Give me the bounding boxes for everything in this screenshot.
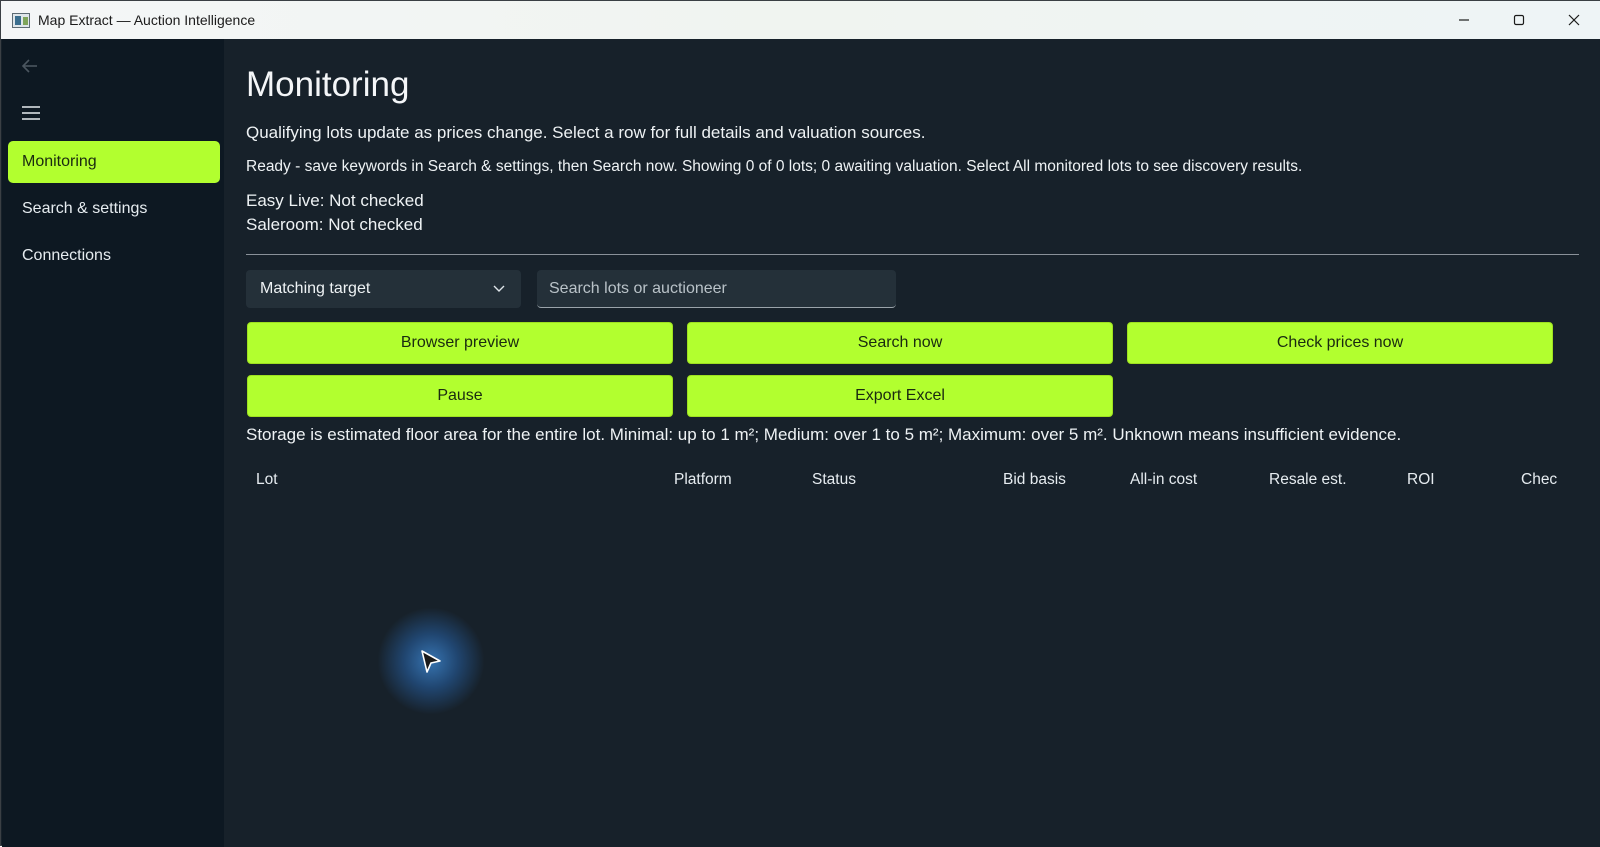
column-header-checked[interactable]: Chec xyxy=(1521,471,1557,489)
close-icon[interactable] xyxy=(1546,1,1600,39)
title-bar[interactable]: Map Extract — Auction Intelligence xyxy=(1,1,1600,39)
column-header-lot[interactable]: Lot xyxy=(256,471,278,489)
chevron-down-icon xyxy=(493,285,505,292)
storage-note: Storage is estimated floor area for the … xyxy=(246,425,1402,444)
filter-selected-value: Matching target xyxy=(260,280,371,297)
window-title: Map Extract — Auction Intelligence xyxy=(38,12,256,28)
check-prices-button[interactable]: Check prices now xyxy=(1127,322,1553,364)
sidebar-item-search-settings[interactable]: Search & settings xyxy=(8,188,220,230)
sidebar-item-connections[interactable]: Connections xyxy=(8,235,220,277)
window-controls xyxy=(1436,1,1600,39)
sidebar-item-label: Connections xyxy=(22,247,111,264)
hamburger-menu-icon[interactable] xyxy=(21,105,43,123)
column-header-platform[interactable]: Platform xyxy=(674,471,732,489)
page-subtitle: Qualifying lots update as prices change.… xyxy=(246,123,926,142)
search-input[interactable]: Search lots or auctioneer xyxy=(537,270,896,308)
divider xyxy=(246,254,1579,255)
sidebar-item-label: Monitoring xyxy=(22,153,97,170)
browser-preview-button[interactable]: Browser preview xyxy=(247,322,673,364)
source-status-easy-live: Easy Live: Not checked xyxy=(246,191,424,210)
filter-select[interactable]: Matching target xyxy=(246,270,521,308)
table-header: Lot Platform Status Bid basis All-in cos… xyxy=(224,471,1600,501)
app-icon xyxy=(12,12,30,28)
back-arrow-icon[interactable] xyxy=(20,57,42,75)
search-placeholder: Search lots or auctioneer xyxy=(549,279,727,297)
sidebar-item-label: Search & settings xyxy=(22,200,148,217)
maximize-icon[interactable] xyxy=(1491,1,1546,39)
mouse-cursor-icon xyxy=(421,650,441,673)
minimize-icon[interactable] xyxy=(1436,1,1491,39)
app-window: Map Extract — Auction Intelligence Monit… xyxy=(0,0,1600,847)
column-header-roi[interactable]: ROI xyxy=(1407,471,1435,489)
column-header-bid-basis[interactable]: Bid basis xyxy=(1003,471,1066,489)
status-text: Ready - save keywords in Search & settin… xyxy=(246,158,1303,175)
sidebar: Monitoring Search & settings Connections xyxy=(2,39,224,847)
source-status-saleroom: Saleroom: Not checked xyxy=(246,215,423,234)
sidebar-item-monitoring[interactable]: Monitoring xyxy=(8,141,220,183)
main-content: Monitoring Qualifying lots update as pri… xyxy=(224,39,1600,847)
export-excel-button[interactable]: Export Excel xyxy=(687,375,1113,417)
search-now-button[interactable]: Search now xyxy=(687,322,1113,364)
pause-button[interactable]: Pause xyxy=(247,375,673,417)
column-header-all-in-cost[interactable]: All-in cost xyxy=(1130,471,1197,489)
page-title: Monitoring xyxy=(246,65,410,104)
column-header-resale-est[interactable]: Resale est. xyxy=(1269,471,1347,489)
column-header-status[interactable]: Status xyxy=(812,471,856,489)
